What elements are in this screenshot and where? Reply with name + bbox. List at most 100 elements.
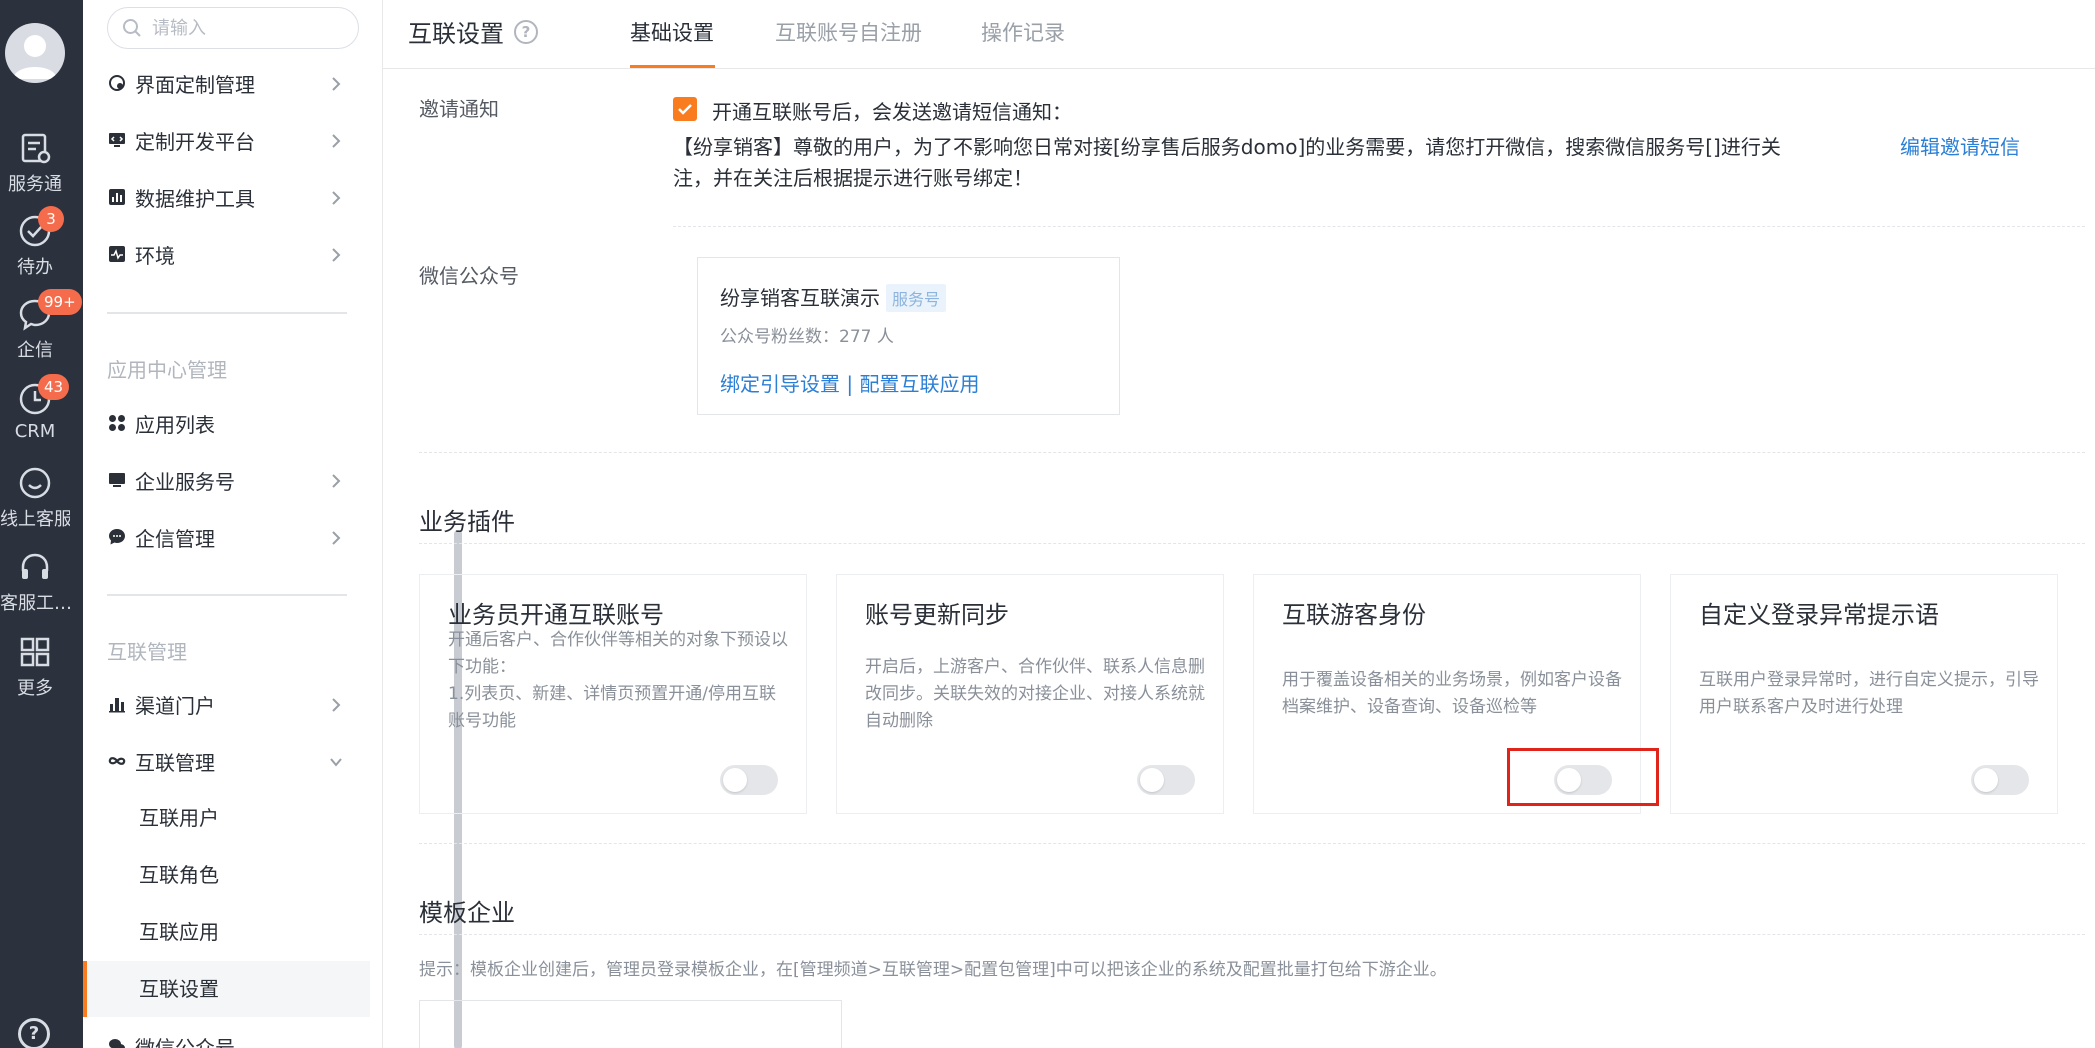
wechat-account-name: 纷享销客互联演示 服务号 — [720, 282, 947, 312]
service-account-tag: 服务号 — [886, 284, 947, 312]
menu-item-environment[interactable]: 环境 — [107, 234, 367, 274]
menu-search — [107, 7, 359, 49]
headset-icon — [17, 549, 53, 585]
wechat-icon — [107, 1036, 127, 1048]
infinity-icon — [107, 751, 127, 771]
chevron-right-icon — [329, 188, 343, 206]
page-title: 互联设置 ? — [408, 14, 538, 49]
wechat-label: 微信公众号 — [419, 264, 519, 288]
menu-group-app-center: 应用中心管理 — [107, 358, 227, 382]
highlight-box — [1507, 748, 1659, 806]
menu-item-qixin-manage[interactable]: 企信管理 — [107, 517, 367, 557]
menu-item-dev-platform[interactable]: 定制开发平台 — [107, 120, 367, 160]
plugin-desc: 互联用户登录异常时，进行自定义提示，引导用户联系客户及时进行处理 — [1699, 670, 2039, 717]
plugin-toggle[interactable] — [1137, 765, 1195, 795]
bind-guide-link[interactable]: 绑定引导设置 — [720, 372, 840, 396]
wechat-links: 绑定引导设置 | 配置互联应用 — [720, 368, 979, 397]
menu-item-label: 企信管理 — [135, 526, 215, 551]
rail-item-more[interactable]: 更多 — [0, 634, 70, 700]
rail-label: 更多 — [17, 678, 53, 699]
building-chart-icon — [107, 694, 127, 714]
left-rail: 服务通 待办 3 企信 99+ CRM 43 线上客服 客服工… 更多 ? — [0, 0, 83, 1048]
chevron-down-icon — [329, 752, 343, 770]
palette-icon — [107, 73, 127, 93]
chevron-right-icon — [329, 131, 343, 149]
user-avatar-icon — [13, 35, 57, 79]
invite-message-line1: 【纷享销客】尊敬的用户，为了不影响您日常对接[纷享售后服务domo]的业务需要，… — [673, 135, 1781, 159]
avatar[interactable] — [5, 23, 65, 83]
rail-label: CRM — [14, 421, 56, 442]
question-icon[interactable]: ? — [514, 19, 538, 44]
pulse-icon — [107, 244, 127, 264]
chat-dots-icon — [107, 527, 127, 547]
help-icon[interactable]: ? — [18, 1018, 50, 1048]
section-divider — [419, 452, 2085, 453]
rail-label: 企信 — [17, 340, 53, 361]
smile-icon — [17, 465, 53, 501]
link-separator: | — [846, 372, 854, 396]
chevron-right-icon — [329, 245, 343, 263]
service-tool-icon — [17, 130, 53, 166]
tab-operation-log[interactable]: 操作记录 — [981, 17, 1065, 47]
submenu-active-bg — [83, 961, 370, 1017]
chevron-right-icon — [329, 74, 343, 92]
rail-item-service-desk[interactable]: 客服工… — [0, 549, 70, 615]
rail-label: 待办 — [17, 257, 53, 278]
submenu-item-apps[interactable]: 互联应用 — [139, 912, 219, 952]
submenu-item-roles[interactable]: 互联角色 — [139, 855, 219, 895]
menu-item-label: 微信公众号 — [135, 1035, 235, 1048]
invite-checkbox[interactable] — [673, 97, 697, 121]
plugin-toggle[interactable] — [720, 765, 778, 795]
menu-item-label: 企业服务号 — [135, 469, 235, 494]
qixin-badge: 99+ — [38, 289, 82, 315]
section-divider — [419, 843, 2085, 844]
submenu-item-users[interactable]: 互联用户 — [139, 798, 219, 838]
tab-basic-settings[interactable]: 基础设置 — [630, 17, 714, 47]
side-menu: 界面定制管理 定制开发平台 数据维护工具 环境 应用中心管理 应用列表 企业服务… — [83, 0, 462, 1048]
menu-item-ui-custom[interactable]: 界面定制管理 — [107, 63, 367, 103]
menu-item-label: 互联管理 — [135, 750, 215, 775]
menu-item-data-tools[interactable]: 数据维护工具 — [107, 177, 367, 217]
menu-item-label: 定制开发平台 — [135, 129, 255, 154]
toggle-knob — [1974, 768, 1998, 792]
menu-item-interconnect-manage[interactable]: 互联管理 — [107, 741, 367, 781]
plugin-desc: 用于覆盖设备相关的业务场景，例如客户设备档案维护、设备查询、设备巡检等 — [1282, 670, 1622, 717]
rail-item-online-service[interactable]: 线上客服 — [0, 465, 70, 531]
search-icon — [123, 19, 141, 37]
rail-item-service[interactable]: 服务通 — [0, 130, 70, 196]
plugin-title: 业务员开通互联账号 — [448, 601, 664, 629]
edit-invite-sms-link[interactable]: 编辑邀请短信 — [1900, 131, 2020, 160]
todo-badge: 3 — [38, 206, 64, 232]
menu-item-label: 渠道门户 — [135, 693, 215, 718]
menu-item-service-account[interactable]: 企业服务号 — [107, 460, 367, 500]
rail-label: 线上客服 — [0, 509, 70, 530]
chevron-right-icon — [329, 695, 343, 713]
wechat-card: 纷享销客互联演示 服务号 公众号粉丝数：277 人 绑定引导设置 | 配置互联应用 — [697, 257, 1120, 415]
menu-item-channel-portal[interactable]: 渠道门户 — [107, 684, 367, 724]
page-title-text: 互联设置 — [408, 20, 504, 48]
toggle-knob — [1140, 768, 1164, 792]
plugin-desc: 开通后客户、合作伙伴等相关的对象下预设以下功能： 1.列表页、新建、详情页预置开… — [448, 630, 788, 731]
tab-self-register[interactable]: 互联账号自注册 — [775, 17, 922, 47]
apps-icon — [107, 413, 127, 433]
chevron-right-icon — [329, 528, 343, 546]
wechat-fans-count: 公众号粉丝数：277 人 — [720, 327, 894, 347]
plugin-toggle[interactable] — [1971, 765, 2029, 795]
plugin-title: 自定义登录异常提示语 — [1699, 601, 1939, 629]
section-divider — [673, 226, 2085, 227]
plugin-title: 互联游客身份 — [1282, 601, 1426, 629]
app-root: 服务通 待办 3 企信 99+ CRM 43 线上客服 客服工… 更多 ? 请输… — [0, 0, 2095, 1048]
section-divider — [419, 543, 2085, 544]
invite-message-line2: 注，并在关注后根据提示进行账号绑定！ — [673, 166, 1033, 190]
checkmark-icon — [678, 104, 692, 115]
config-app-link[interactable]: 配置互联应用 — [859, 372, 979, 396]
menu-item-wechat-cut[interactable]: 微信公众号 — [107, 1026, 367, 1048]
template-hint: 提示：模板企业创建后，管理员登录模板企业，在[管理频道>互联管理>配置包管理]中… — [419, 960, 1447, 980]
crm-badge: 43 — [38, 374, 70, 400]
submenu-item-settings[interactable]: 互联设置 — [139, 969, 219, 1009]
menu-item-label: 界面定制管理 — [135, 72, 255, 97]
monitor-icon — [107, 470, 127, 490]
search-input[interactable] — [152, 17, 342, 39]
menu-item-app-list[interactable]: 应用列表 — [107, 403, 367, 443]
template-enterprise-box[interactable] — [419, 1000, 842, 1048]
